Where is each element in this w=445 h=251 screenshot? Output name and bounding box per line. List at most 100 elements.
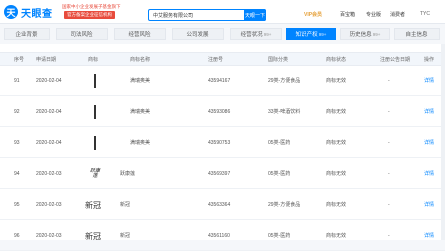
cell-status: 商标无效 <box>326 109 347 115</box>
tab-self-info[interactable]: 自主信息 <box>394 28 440 40</box>
search-box: 天眼一下 <box>148 9 266 21</box>
col-apply-date: 申请日期 <box>36 57 57 63</box>
promo-banner: 国家中小企业发展子基金旗下 官方备案企业征信机构 <box>62 4 136 20</box>
col-reg-no: 注册号 <box>208 57 224 63</box>
tab-label: 自主信息 <box>405 32 428 38</box>
logo-text: 天眼查 <box>21 8 53 20</box>
cell-status: 商标无效 <box>326 78 347 84</box>
detail-link[interactable]: 详情 <box>424 66 434 96</box>
table-row: 95 2020-02-03 新冠 新冠 43563364 29类-方便食品 商标… <box>0 190 445 220</box>
nav-user[interactable]: TYC <box>420 11 430 17</box>
cell-class: 29类-方便食品 <box>268 78 301 84</box>
cell-pub-date: - <box>388 171 390 177</box>
trademark-image <box>88 104 102 120</box>
trademark-table: 序号 申请日期 商标 商标名称 注册号 国际分类 商标状态 注册公告日期 操作 … <box>0 44 445 251</box>
tab-label: 知识产权 <box>295 32 318 38</box>
search-button[interactable]: 天眼一下 <box>244 9 266 21</box>
tab-label: 公司发展 <box>186 32 209 38</box>
detail-link[interactable]: 详情 <box>424 128 434 158</box>
cell-date: 2020-02-04 <box>36 78 62 84</box>
detail-link[interactable]: 详情 <box>424 97 434 127</box>
cell-pub-date: - <box>388 202 390 208</box>
detail-link[interactable]: 详情 <box>424 221 434 251</box>
nav-vip[interactable]: VIP会员 <box>304 11 322 18</box>
cell-date: 2020-02-04 <box>36 140 62 146</box>
cell-class: 29类-方便食品 <box>268 202 301 208</box>
cell-reg-no: 43594167 <box>208 78 231 84</box>
table-row: 94 2020-02-03 跃康莲 跃康莲 43569397 05类-医药 商标… <box>0 159 445 189</box>
tab-label: 经营状况 <box>240 32 263 38</box>
cell-date: 2020-02-03 <box>36 171 62 177</box>
cell-class: 33类-啤酒饮料 <box>268 109 301 115</box>
tab-history[interactable]: 历史信息 99+ <box>340 28 390 40</box>
col-mark-name: 商标名称 <box>130 57 151 63</box>
table-row: 93 2020-02-04 满瑞奥美 43590753 05类-医药 商标无效 … <box>0 128 445 158</box>
cell-no: 93 <box>14 140 20 146</box>
cell-no: 94 <box>14 171 20 177</box>
cell-date: 2020-02-03 <box>36 202 62 208</box>
tab-label: 经营风险 <box>128 32 151 38</box>
search-input[interactable] <box>149 10 247 20</box>
col-mark: 商标 <box>88 57 99 63</box>
table-row: 92 2020-02-04 满瑞奥美 43593086 33类-啤酒饮料 商标无… <box>0 97 445 127</box>
cell-class: 05类-医药 <box>268 140 291 146</box>
tab-intellectual-property[interactable]: 知识产权 99+ <box>286 28 336 40</box>
detail-link[interactable]: 详情 <box>424 190 434 220</box>
table-row: 91 2020-02-04 满瑞奥美 43594167 29类-方便食品 商标无… <box>0 66 445 96</box>
cell-date: 2020-02-04 <box>36 109 62 115</box>
trademark-image: 新冠 <box>85 200 101 210</box>
cell-reg-no: 43563364 <box>208 202 231 208</box>
col-pub-date: 注册公告日期 <box>380 57 411 63</box>
trademark-image: 跃康莲 <box>89 168 100 179</box>
tab-operation-risk[interactable]: 经营风险 <box>114 28 166 40</box>
promo-line2: 官方备案企业征信机构 <box>64 11 115 19</box>
cell-reg-no: 43569397 <box>208 171 231 177</box>
tab-count: 99+ <box>263 31 272 37</box>
site-logo[interactable]: 天 天眼查 <box>4 4 53 20</box>
detail-link[interactable]: 详情 <box>424 159 434 189</box>
scrollbar[interactable] <box>441 44 445 240</box>
tab-operation-status[interactable]: 经营状况 99+ <box>230 28 282 40</box>
cell-status: 商标无效 <box>326 202 347 208</box>
table-row: 96 2020-02-03 新冠 新冠 43561160 05类-医药 商标无效… <box>0 221 445 251</box>
trademark-image <box>88 135 102 151</box>
cell-mark-name: 满瑞奥美 <box>130 78 151 84</box>
tab-background[interactable]: 企业背景 <box>4 28 50 40</box>
cell-reg-no: 43590753 <box>208 140 231 146</box>
logo-icon: 天 <box>4 5 18 19</box>
trademark-image: 新冠 <box>85 231 101 241</box>
col-class: 国际分类 <box>268 57 289 63</box>
cell-date: 2020-02-03 <box>36 233 62 239</box>
nav-consumer[interactable]: 消费者 <box>390 11 405 18</box>
cell-mark-name: 满瑞奥美 <box>130 109 151 115</box>
nav-pro[interactable]: 专业版 <box>366 11 381 18</box>
cell-reg-no: 43561160 <box>208 233 230 239</box>
tab-legal-risk[interactable]: 司法风险 <box>56 28 108 40</box>
cell-reg-no: 43593086 <box>208 109 231 115</box>
cell-pub-date: - <box>388 78 390 84</box>
col-no: 序号 <box>14 57 25 63</box>
tab-label: 历史信息 <box>349 32 372 38</box>
tab-development[interactable]: 公司发展 <box>172 28 224 40</box>
nav-toolbox[interactable]: 百宝箱 <box>340 11 355 18</box>
cell-mark-name: 新冠 <box>120 202 131 208</box>
cell-status: 商标无效 <box>326 171 347 177</box>
cell-mark-name: 满瑞奥美 <box>130 140 151 146</box>
tab-count: 99+ <box>372 31 381 37</box>
table-header: 序号 申请日期 商标 商标名称 注册号 国际分类 商标状态 注册公告日期 操作 <box>0 52 445 66</box>
col-status: 商标状态 <box>326 57 347 63</box>
cell-status: 商标无效 <box>326 233 347 239</box>
cell-status: 商标无效 <box>326 140 347 146</box>
tab-bar: 企业背景 司法风险 经营风险 公司发展 经营状况 99+ 知识产权 99+ 历史信息… <box>0 28 445 42</box>
cell-no: 92 <box>14 109 20 115</box>
tab-label: 企业背景 <box>15 32 38 38</box>
cell-pub-date: - <box>388 233 390 239</box>
cell-class: 05类-医药 <box>268 233 291 239</box>
cell-pub-date: - <box>388 140 390 146</box>
cell-mark-name: 跃康莲 <box>120 171 136 177</box>
top-header: 天 天眼查 国家中小企业发展子基金旗下 官方备案企业征信机构 天眼一下 VIP会… <box>0 0 445 24</box>
promo-line1: 国家中小企业发展子基金旗下 <box>62 4 121 9</box>
cell-pub-date: - <box>388 109 390 115</box>
cell-no: 91 <box>14 78 20 84</box>
cell-no: 95 <box>14 202 20 208</box>
